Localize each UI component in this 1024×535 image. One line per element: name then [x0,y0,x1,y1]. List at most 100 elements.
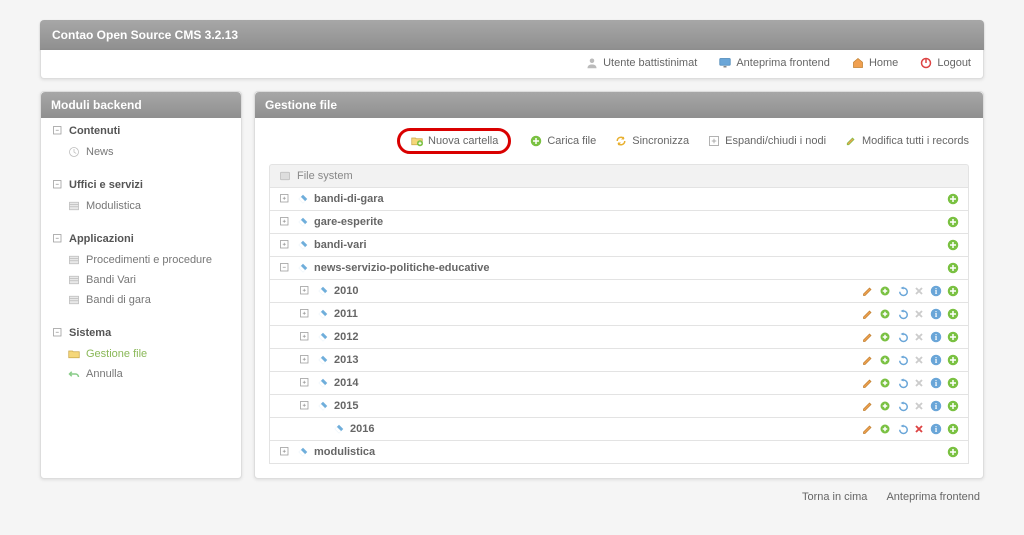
user-label: Utente battistinimat [603,57,697,69]
footer-preview-link[interactable]: Anteprima frontend [886,491,980,503]
delete-icon[interactable] [912,353,926,367]
undo-icon[interactable] [895,399,909,413]
add-icon[interactable] [946,284,960,298]
tree-row: 2012 i [269,326,969,349]
sidebar-section[interactable]: Applicazioni [51,232,231,246]
expand-icon[interactable] [278,445,292,459]
sidebar-item[interactable]: News [67,142,231,162]
back-to-top-link[interactable]: Torna in cima [802,491,867,503]
delete-icon[interactable] [912,284,926,298]
add-icon[interactable] [946,215,960,229]
expand-icon[interactable] [298,284,312,298]
expand-icon[interactable] [278,192,292,206]
edit-icon[interactable] [861,399,875,413]
add-icon[interactable] [878,399,892,413]
edit-icon[interactable] [861,307,875,321]
tree-label[interactable]: bandi-vari [314,239,367,251]
user-link[interactable]: Utente battistinimat [585,56,697,70]
sidebar-section[interactable]: Contenuti [51,124,231,138]
delete-icon[interactable] [912,330,926,344]
add-icon[interactable] [946,399,960,413]
sidebar-item[interactable]: Bandi di gara [67,290,231,310]
add-icon[interactable] [946,445,960,459]
add-icon[interactable] [946,422,960,436]
delete-icon[interactable] [912,376,926,390]
tree-label[interactable]: gare-esperite [314,216,383,228]
add-icon[interactable] [878,330,892,344]
expand-icon[interactable] [278,215,292,229]
tree-label[interactable]: news-servizio-politiche-educative [314,262,489,274]
edit-all-button[interactable]: Modifica tutti i records [844,128,969,154]
preview-link[interactable]: Anteprima frontend [718,56,830,70]
add-icon[interactable] [946,330,960,344]
tree-label[interactable]: 2013 [334,354,358,366]
expand-icon[interactable] [278,238,292,252]
sidebar-item[interactable]: Annulla [67,364,231,384]
home-link[interactable]: Home [851,56,898,70]
edit-icon[interactable] [861,330,875,344]
undo-icon[interactable] [895,422,909,436]
edit-icon[interactable] [861,376,875,390]
box-minus-icon [51,232,65,246]
add-icon[interactable] [946,353,960,367]
sidebar-section[interactable]: Uffici e servizi [51,178,231,192]
sidebar-item[interactable]: Bandi Vari [67,270,231,290]
sidebar-item[interactable]: Gestione file [67,344,231,364]
tree-label[interactable]: modulistica [314,446,375,458]
undo-icon[interactable] [895,376,909,390]
tree-label[interactable]: 2014 [334,377,358,389]
upload-button[interactable]: Carica file [529,128,596,154]
delete-icon[interactable] [912,399,926,413]
undo-icon[interactable] [895,307,909,321]
add-icon[interactable] [946,238,960,252]
add-icon[interactable] [946,307,960,321]
info-icon[interactable]: i [929,399,943,413]
add-icon[interactable] [878,307,892,321]
tree-label[interactable]: 2010 [334,285,358,297]
expand-icon[interactable] [278,261,292,275]
expand-icon[interactable] [298,376,312,390]
edit-icon[interactable] [861,353,875,367]
add-icon[interactable] [946,376,960,390]
sync-button[interactable]: Sincronizza [614,128,689,154]
toggle-nodes-button[interactable]: Espandi/chiudi i nodi [707,128,826,154]
logout-link[interactable]: Logout [919,56,971,70]
info-icon[interactable]: i [929,307,943,321]
sidebar-item[interactable]: Modulistica [67,196,231,216]
expand-icon[interactable] [298,399,312,413]
tree-label[interactable]: 2015 [334,400,358,412]
sidebar-item[interactable]: Procedimenti e procedure [67,250,231,270]
undo-icon[interactable] [895,284,909,298]
new-folder-button[interactable]: Nuova cartella [397,128,511,154]
tree-label[interactable]: 2016 [350,423,374,435]
sidebar-section-label: Uffici e servizi [69,179,143,191]
tree-label[interactable]: bandi-di-gara [314,193,384,205]
add-icon[interactable] [878,422,892,436]
add-icon[interactable] [878,284,892,298]
undo-icon[interactable] [895,353,909,367]
tree-label[interactable]: 2011 [334,308,358,320]
action-bar: Nuova cartella Carica file Sincronizza E… [255,118,983,164]
info-icon[interactable]: i [929,422,943,436]
delete-icon[interactable] [912,307,926,321]
tree-label[interactable]: 2012 [334,331,358,343]
add-icon[interactable] [878,353,892,367]
info-icon[interactable]: i [929,376,943,390]
sidebar-section[interactable]: Sistema [51,326,231,340]
expand-icon[interactable] [298,330,312,344]
delete-icon[interactable] [912,422,926,436]
sidebar-section-label: Contenuti [69,125,120,137]
eraser-icon [316,353,330,367]
info-icon[interactable]: i [929,284,943,298]
expand-icon[interactable] [298,307,312,321]
info-icon[interactable]: i [929,353,943,367]
info-icon[interactable]: i [929,330,943,344]
undo-icon[interactable] [895,330,909,344]
edit-icon[interactable] [861,422,875,436]
module-icon [67,199,81,213]
edit-icon[interactable] [861,284,875,298]
add-icon[interactable] [946,261,960,275]
add-icon[interactable] [946,192,960,206]
expand-icon[interactable] [298,353,312,367]
add-icon[interactable] [878,376,892,390]
